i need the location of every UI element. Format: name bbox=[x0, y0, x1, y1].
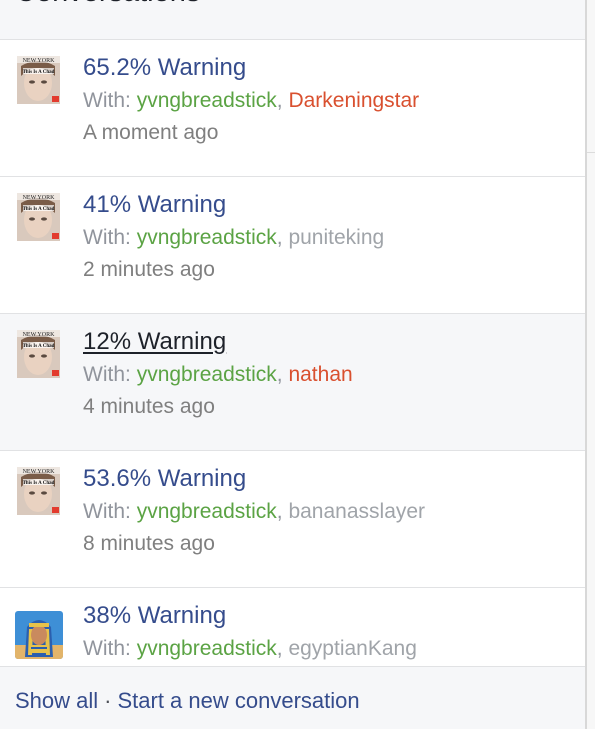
participant-link[interactable]: egyptianKang bbox=[288, 637, 416, 660]
conversation-list: NEW YORK This Is A Chad 65.2% Warning Wi… bbox=[0, 40, 585, 725]
conversation-title[interactable]: 38% Warning bbox=[83, 602, 226, 630]
with-label: With: bbox=[83, 89, 131, 112]
participant-link[interactable]: yvngbreadstick bbox=[137, 363, 277, 386]
magazine-cover-avatar-icon[interactable]: NEW YORK This Is A Chad bbox=[17, 330, 60, 378]
start-new-conversation-link[interactable]: Start a new conversation bbox=[117, 688, 359, 713]
participant-link[interactable]: puniteking bbox=[288, 226, 384, 249]
avatar-masthead: NEW YORK bbox=[23, 195, 55, 201]
with-label: With: bbox=[83, 226, 131, 249]
magazine-cover-avatar-icon[interactable]: NEW YORK This Is A Chad bbox=[17, 467, 60, 515]
conversation-timestamp: 2 minutes ago bbox=[83, 258, 215, 281]
avatar-tag: This Is A Chad bbox=[23, 344, 55, 349]
conversation-participants: With: yvngbreadstick, bananasslayer bbox=[83, 500, 425, 524]
pharaoh-avatar-icon[interactable] bbox=[15, 611, 63, 659]
conversations-panel: Conversations NEW YORK This Is A Chad bbox=[0, 0, 585, 729]
conversation-timestamp: 4 minutes ago bbox=[83, 395, 215, 418]
magazine-cover-avatar-icon[interactable]: NEW YORK This Is A Chad bbox=[17, 193, 60, 241]
show-all-link[interactable]: Show all bbox=[15, 688, 98, 713]
avatar-masthead: NEW YORK bbox=[23, 469, 55, 475]
conversation-item[interactable]: NEW YORK This Is A Chad 53.6% Warning Wi… bbox=[0, 451, 585, 588]
with-label: With: bbox=[83, 363, 131, 386]
with-label: With: bbox=[83, 637, 131, 660]
conversation-item[interactable]: NEW YORK This Is A Chad 12% Warning With… bbox=[0, 314, 585, 451]
conversation-participants: With: yvngbreadstick, egyptianKang bbox=[83, 637, 417, 661]
conversation-title[interactable]: 65.2% Warning bbox=[83, 54, 246, 82]
panel-header: Conversations bbox=[0, 0, 585, 40]
participant-link[interactable]: yvngbreadstick bbox=[137, 637, 277, 660]
participant-separator: , bbox=[276, 637, 283, 660]
conversation-participants: With: yvngbreadstick, puniteking bbox=[83, 226, 384, 250]
conversation-title[interactable]: 53.6% Warning bbox=[83, 465, 246, 493]
participant-separator: , bbox=[276, 226, 283, 249]
page-edge-strip bbox=[585, 0, 595, 729]
panel-title: Conversations bbox=[15, 0, 200, 9]
avatar-tag: This Is A Chad bbox=[23, 70, 55, 75]
with-label: With: bbox=[83, 500, 131, 523]
conversation-item[interactable]: NEW YORK This Is A Chad 65.2% Warning Wi… bbox=[0, 40, 585, 177]
avatar-tag: This Is A Chad bbox=[23, 207, 55, 212]
conversation-timestamp: 8 minutes ago bbox=[83, 532, 215, 555]
footer-links: Show all · Start a new conversation bbox=[15, 688, 360, 714]
avatar-masthead: NEW YORK bbox=[23, 58, 55, 64]
participant-separator: , bbox=[276, 363, 283, 386]
participant-link[interactable]: yvngbreadstick bbox=[137, 500, 277, 523]
conversations-footer: Show all · Start a new conversation bbox=[0, 666, 585, 729]
participant-link[interactable]: bananasslayer bbox=[288, 500, 425, 523]
avatar-masthead: NEW YORK bbox=[23, 332, 55, 338]
participant-separator: , bbox=[276, 500, 283, 523]
participant-link[interactable]: nathan bbox=[288, 363, 352, 386]
avatar-tag: This Is A Chad bbox=[23, 481, 55, 486]
magazine-cover-avatar-icon[interactable]: NEW YORK This Is A Chad bbox=[17, 56, 60, 104]
participant-link[interactable]: Darkeningstar bbox=[288, 89, 419, 112]
divider bbox=[587, 152, 595, 153]
conversation-title[interactable]: 41% Warning bbox=[83, 191, 226, 219]
footer-separator: · bbox=[104, 688, 112, 713]
conversation-title[interactable]: 12% Warning bbox=[83, 328, 226, 356]
participant-link[interactable]: yvngbreadstick bbox=[137, 226, 277, 249]
conversation-participants: With: yvngbreadstick, Darkeningstar bbox=[83, 89, 419, 113]
participant-link[interactable]: yvngbreadstick bbox=[137, 89, 277, 112]
conversation-participants: With: yvngbreadstick, nathan bbox=[83, 363, 353, 387]
participant-separator: , bbox=[276, 89, 283, 112]
conversation-item[interactable]: NEW YORK This Is A Chad 41% Warning With… bbox=[0, 177, 585, 314]
conversation-timestamp: A moment ago bbox=[83, 121, 219, 144]
